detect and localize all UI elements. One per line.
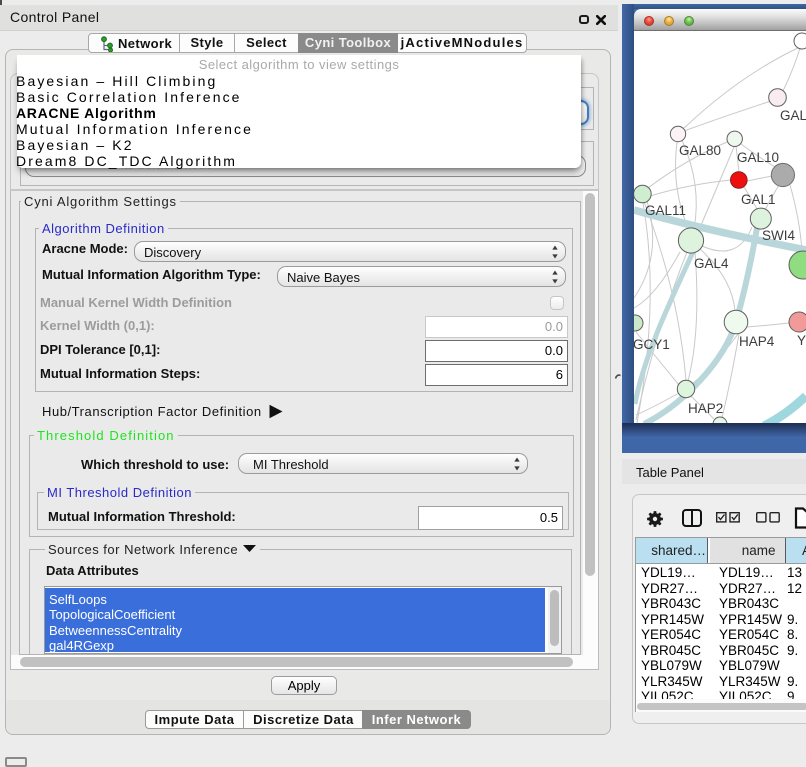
svg-text:GAL4: GAL4 <box>694 256 729 271</box>
svg-text:HAP2: HAP2 <box>688 401 723 416</box>
svg-text:GAL80: GAL80 <box>679 143 721 158</box>
svg-text:HAP4: HAP4 <box>739 334 775 349</box>
svg-text:GAL7: GAL7 <box>780 108 806 123</box>
svg-text:GCY1: GCY1 <box>634 337 670 352</box>
svg-text:SWI4: SWI4 <box>762 228 795 243</box>
svg-text:Y: Y <box>797 333 806 348</box>
svg-text:GAL1: GAL1 <box>741 192 776 207</box>
svg-text:GAL11: GAL11 <box>645 203 686 218</box>
svg-text:GAL10: GAL10 <box>737 150 779 165</box>
